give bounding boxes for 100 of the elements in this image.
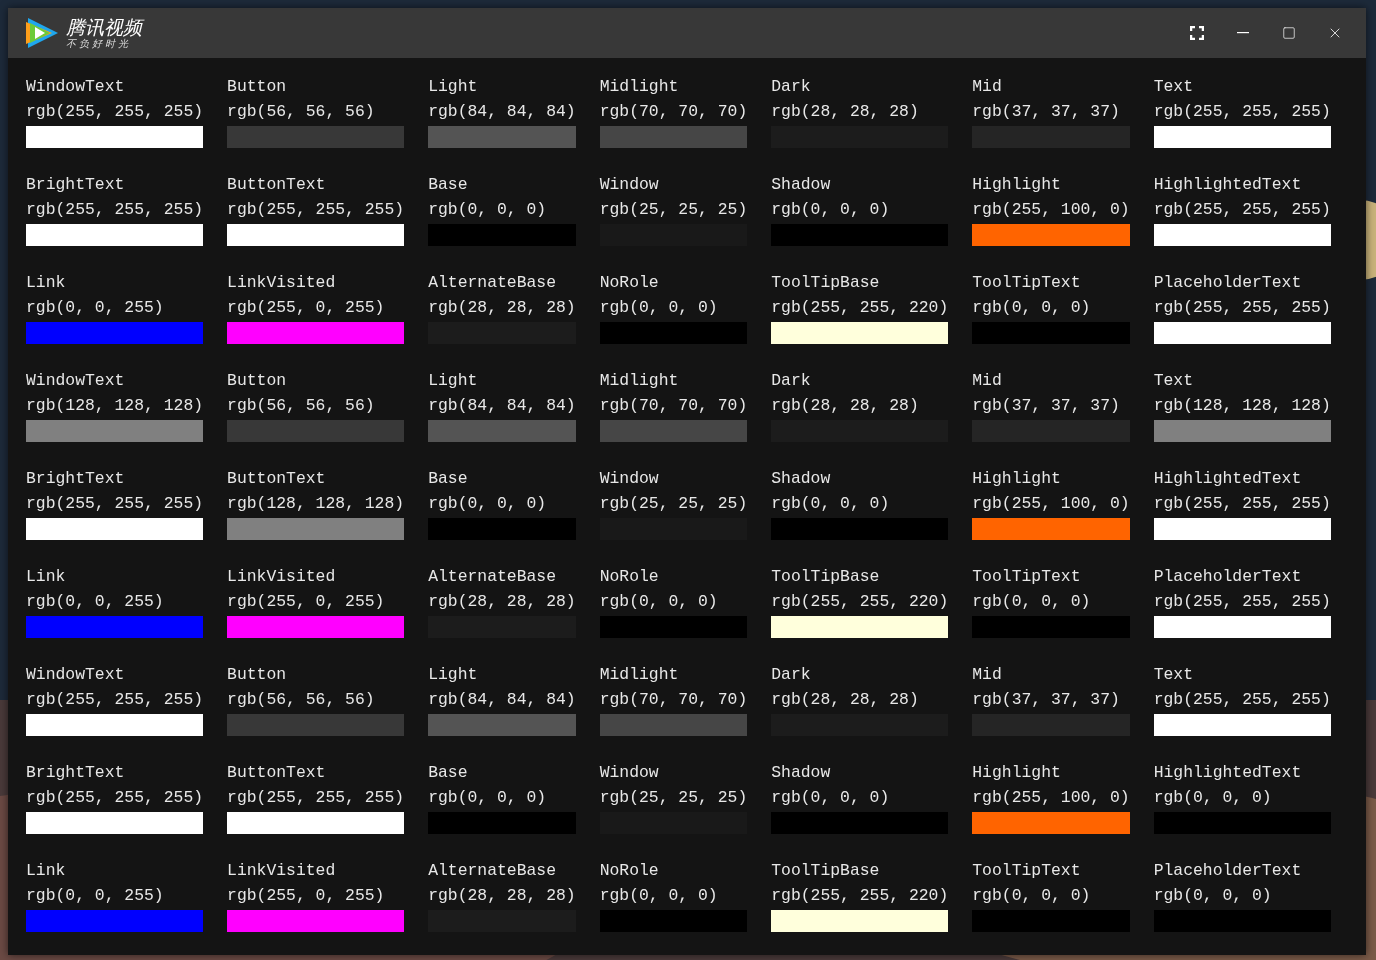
color-value: rgb(28, 28, 28) <box>428 591 576 613</box>
color-value: rgb(255, 255, 255) <box>26 689 204 711</box>
role-name: Midlight <box>599 370 680 392</box>
role-name: Window <box>599 762 660 784</box>
role-name: Text <box>1153 370 1195 392</box>
role-name: Link <box>26 860 67 882</box>
role-name: LinkVisited <box>227 272 337 294</box>
color-value: rgb(0, 0, 0) <box>771 787 891 809</box>
color-value: rgb(0, 0, 0) <box>1153 885 1273 907</box>
minimize-icon <box>1237 32 1249 34</box>
color-value: rgb(28, 28, 28) <box>428 885 576 907</box>
color-value: rgb(0, 0, 0) <box>599 297 719 319</box>
color-value: rgb(255, 0, 255) <box>227 591 386 613</box>
role-name: Link <box>26 566 67 588</box>
color-value: rgb(0, 0, 0) <box>771 199 891 221</box>
color-value: rgb(0, 0, 0) <box>972 885 1092 907</box>
role-name: Button <box>227 76 288 98</box>
fullscreen-icon <box>1190 26 1204 40</box>
color-value: rgb(84, 84, 84) <box>428 395 576 417</box>
color-value: rgb(255, 255, 220) <box>771 297 949 319</box>
role-name: Highlight <box>972 174 1062 196</box>
role-name: Text <box>1153 76 1195 98</box>
role-name: Dark <box>771 76 812 98</box>
color-value: rgb(0, 0, 255) <box>26 297 165 319</box>
color-value: rgb(0, 0, 0) <box>428 787 548 809</box>
color-value: rgb(0, 0, 0) <box>599 591 719 613</box>
role-name: Base <box>428 468 469 490</box>
color-value: rgb(255, 0, 255) <box>227 297 386 319</box>
color-value: rgb(84, 84, 84) <box>428 689 576 711</box>
color-value: rgb(37, 37, 37) <box>972 689 1121 711</box>
maximize-icon <box>1282 26 1296 40</box>
role-name: Window <box>599 174 660 196</box>
role-name: ToolTipText <box>972 860 1082 882</box>
role-name: WindowText <box>26 76 126 98</box>
color-value: rgb(0, 0, 0) <box>972 297 1092 319</box>
role-name: Button <box>227 664 288 686</box>
color-value: rgb(0, 0, 0) <box>428 199 548 221</box>
role-name: LinkVisited <box>227 860 337 882</box>
color-value: rgb(37, 37, 37) <box>972 101 1121 123</box>
role-name: LinkVisited <box>227 566 337 588</box>
role-name: Midlight <box>599 664 680 686</box>
color-value: rgb(0, 0, 0) <box>1153 787 1273 809</box>
role-name: Base <box>428 174 469 196</box>
color-value: rgb(84, 84, 84) <box>428 101 576 123</box>
role-name: PlaceholderText <box>1153 860 1303 882</box>
color-value: rgb(255, 255, 255) <box>1153 297 1331 319</box>
color-value: rgb(0, 0, 0) <box>972 591 1092 613</box>
color-value: rgb(128, 128, 128) <box>227 493 405 515</box>
role-name: BrightText <box>26 174 126 196</box>
role-name: Mid <box>972 76 1003 98</box>
role-name: ToolTipBase <box>771 860 881 882</box>
role-name: Window <box>599 468 660 490</box>
color-value: rgb(0, 0, 0) <box>771 493 891 515</box>
color-value: rgb(0, 0, 255) <box>26 885 165 907</box>
role-name: AlternateBase <box>428 860 557 882</box>
color-value: rgb(25, 25, 25) <box>599 199 748 221</box>
role-name: Highlight <box>972 468 1062 490</box>
role-name: HighlightedText <box>1153 468 1303 490</box>
role-name: PlaceholderText <box>1153 272 1303 294</box>
color-value: rgb(28, 28, 28) <box>771 101 920 123</box>
color-value: rgb(255, 255, 255) <box>26 787 204 809</box>
color-value: rgb(255, 255, 255) <box>26 493 204 515</box>
role-name: Light <box>428 370 479 392</box>
role-name: ButtonText <box>227 762 327 784</box>
color-value: rgb(70, 70, 70) <box>599 689 748 711</box>
color-value: rgb(28, 28, 28) <box>771 689 920 711</box>
role-name: ToolTipBase <box>771 272 881 294</box>
color-value: rgb(255, 255, 255) <box>1153 101 1331 123</box>
color-value: rgb(255, 255, 255) <box>26 199 204 221</box>
logo-slogan: 不负好时光 <box>66 38 132 50</box>
role-name: Dark <box>771 370 812 392</box>
color-value: rgb(255, 100, 0) <box>972 787 1130 809</box>
color-value: rgb(255, 255, 255) <box>227 199 405 221</box>
color-value: rgb(0, 0, 0) <box>599 885 719 907</box>
role-name: BrightText <box>26 468 126 490</box>
role-name: Link <box>26 272 67 294</box>
role-name: AlternateBase <box>428 272 557 294</box>
color-value: rgb(25, 25, 25) <box>599 787 748 809</box>
role-name: PlaceholderText <box>1153 566 1303 588</box>
color-value: rgb(56, 56, 56) <box>227 689 376 711</box>
color-value: rgb(255, 255, 220) <box>771 885 949 907</box>
role-name: NoRole <box>599 566 660 588</box>
role-name: Text <box>1153 664 1195 686</box>
color-value: rgb(70, 70, 70) <box>599 395 748 417</box>
role-name: ToolTipBase <box>771 566 881 588</box>
role-name: Light <box>428 76 479 98</box>
color-value: rgb(0, 0, 0) <box>428 493 548 515</box>
role-name: HighlightedText <box>1153 762 1303 784</box>
role-name: Light <box>428 664 479 686</box>
color-value: rgb(255, 255, 255) <box>227 787 405 809</box>
role-name: Button <box>227 370 288 392</box>
role-name: HighlightedText <box>1153 174 1303 196</box>
role-name: Mid <box>972 370 1003 392</box>
color-value: rgb(255, 255, 255) <box>1153 493 1331 515</box>
color-value: rgb(255, 0, 255) <box>227 885 386 907</box>
role-name: Dark <box>771 664 812 686</box>
role-name: NoRole <box>599 860 660 882</box>
role-name: Shadow <box>771 762 832 784</box>
role-name: Highlight <box>972 762 1062 784</box>
color-value: rgb(255, 100, 0) <box>972 199 1130 221</box>
